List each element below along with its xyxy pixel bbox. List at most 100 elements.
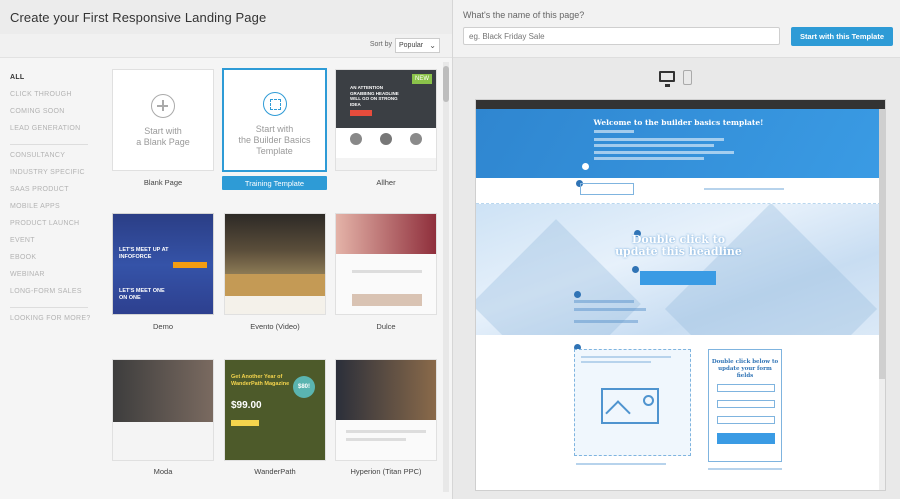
preview-text-line <box>594 138 724 141</box>
preview-text-line <box>594 157 704 160</box>
preview-text-line <box>581 356 671 358</box>
allher-cta <box>350 110 372 116</box>
template-name: Allher <box>376 178 396 187</box>
desktop-icon[interactable] <box>659 71 675 87</box>
wanderpath-price: $99.00 <box>231 400 262 411</box>
category-long-form-sales[interactable]: LONG-FORM SALES <box>10 288 90 305</box>
mobile-icon[interactable] <box>683 70 692 85</box>
wanderpath-cta <box>231 420 259 426</box>
demo-headline-2: LET'S MEET ONE ON ONE <box>119 288 165 301</box>
evento-footer <box>225 296 325 314</box>
sort-selected-value: Popular <box>399 42 424 49</box>
preview-headline: Double click to update this headline <box>615 233 742 258</box>
wanderpath-badge: $80! <box>293 376 315 398</box>
category-webinar[interactable]: WEBINAR <box>10 271 90 288</box>
category-divider <box>10 144 88 145</box>
template-card-evento[interactable] <box>224 213 326 315</box>
page-preview-panel: What's the name of this page? Start with… <box>452 0 900 499</box>
image-placeholder-icon <box>601 388 659 424</box>
preview-strip <box>476 178 881 204</box>
allher-avatar <box>380 133 392 145</box>
template-card-hyperion[interactable] <box>335 359 437 461</box>
preview-text-line <box>574 300 634 303</box>
hyperion-text-line <box>346 430 426 433</box>
template-name: Dulce <box>376 322 396 331</box>
sort-by-label: Sort by <box>369 41 392 48</box>
scrollbar-thumb[interactable] <box>879 109 885 379</box>
template-select-icon <box>262 92 287 116</box>
template-card-wanderpath[interactable]: Get Another Year of WanderPath Magazine … <box>224 359 326 461</box>
preview-form-field <box>717 416 775 424</box>
preview-text-line <box>574 308 646 311</box>
chevron-down-icon: ⌄ <box>429 41 436 50</box>
hyperion-hero <box>336 360 436 420</box>
dulce-hero <box>336 214 436 254</box>
preview-headline-section: Double click to update this headline <box>476 204 881 335</box>
template-card-dulce[interactable] <box>335 213 437 315</box>
evento-hero <box>225 214 325 274</box>
category-industry-specific[interactable]: INDUSTRY SPECIFIC <box>10 169 90 186</box>
start-with-template-button[interactable]: Start with this Template <box>791 27 893 46</box>
moda-hero <box>113 360 213 422</box>
preview-form-field <box>717 384 775 392</box>
preview-text-line <box>576 463 666 465</box>
dulce-text-line <box>352 270 422 273</box>
sort-select[interactable]: Popular ⌄ <box>395 38 440 53</box>
page-name-input[interactable] <box>463 27 780 45</box>
preview-strip-box <box>580 183 634 195</box>
gallery-scrollbar[interactable] <box>443 62 449 492</box>
moda-body <box>113 422 213 460</box>
step-marker <box>582 163 589 170</box>
step-marker <box>632 266 639 273</box>
category-lead-generation[interactable]: LEAD GENERATION <box>10 125 90 142</box>
category-saas-product[interactable]: SAAS PRODUCT <box>10 186 90 203</box>
preview-hero: Welcome to the builder basics template! <box>476 109 881 178</box>
template-gallery-panel: Create your First Responsive Landing Pag… <box>0 0 452 499</box>
preview-scrollbar[interactable] <box>879 109 885 490</box>
sort-bar: Sort by Popular ⌄ <box>0 34 452 58</box>
template-name: Blank Page <box>143 178 183 187</box>
preview-top-bar <box>476 100 885 109</box>
allher-avatar <box>350 133 362 145</box>
device-toggle <box>659 70 699 88</box>
template-card-training[interactable]: Start with the Builder Basics Template <box>222 68 327 172</box>
preview-form-box: Double click below to update your form f… <box>708 349 782 462</box>
scrollbar-thumb[interactable] <box>443 66 449 102</box>
category-mobile-apps[interactable]: MOBILE APPS <box>10 203 90 220</box>
training-card-text: Start with the Builder Basics Template <box>238 124 311 156</box>
evento-band <box>225 274 325 296</box>
preview-text-line <box>594 144 714 147</box>
category-coming-soon[interactable]: COMING SOON <box>10 108 90 125</box>
preview-hero-title: Welcome to the builder basics template! <box>593 118 764 127</box>
allher-headline: AN ATTENTION GRABBING HEADLINE WILL GO O… <box>350 85 399 107</box>
step-marker <box>574 291 581 298</box>
hyperion-text-line <box>346 438 406 441</box>
template-card-allher[interactable]: AN ATTENTION GRABBING HEADLINE WILL GO O… <box>335 69 437 171</box>
preview-form-button <box>717 433 775 444</box>
template-preview: Welcome to the builder basics template! … <box>475 99 886 491</box>
template-card-demo[interactable]: LET'S MEET UP AT INFOFORCE LET'S MEET ON… <box>112 213 214 315</box>
new-badge: NEW <box>412 74 432 84</box>
page-name-bar: What's the name of this page? Start with… <box>453 0 900 58</box>
demo-headline-1: LET'S MEET UP AT INFOFORCE <box>119 247 169 260</box>
category-click-through[interactable]: CLICK THROUGH <box>10 91 90 108</box>
template-card-moda[interactable] <box>112 359 214 461</box>
preview-image-form-section: Double click below to update your form f… <box>476 335 881 490</box>
template-name: Moda <box>153 467 173 476</box>
dulce-gallery <box>352 294 422 306</box>
demo-cta <box>173 262 207 268</box>
preview-form-title: Double click below to update your form f… <box>711 359 779 379</box>
blank-card-text: Start with a Blank Page <box>136 126 190 147</box>
category-list: ALL CLICK THROUGH COMING SOON LEAD GENER… <box>10 74 90 332</box>
template-name: Hyperion (Titan PPC) <box>350 467 422 476</box>
category-ebook[interactable]: EBOOK <box>10 254 90 271</box>
app: Create your First Responsive Landing Pag… <box>0 0 900 499</box>
category-looking-for-more[interactable]: LOOKING FOR MORE? <box>10 315 90 332</box>
template-name: Evento (Video) <box>250 322 300 331</box>
category-all[interactable]: ALL <box>10 74 90 91</box>
training-template-label[interactable]: Training Template <box>222 176 327 190</box>
category-product-launch[interactable]: PRODUCT LAUNCH <box>10 220 90 237</box>
category-event[interactable]: EVENT <box>10 237 90 254</box>
template-card-blank-page[interactable]: Start with a Blank Page <box>112 69 214 171</box>
category-consultancy[interactable]: CONSULTANCY <box>10 152 90 169</box>
